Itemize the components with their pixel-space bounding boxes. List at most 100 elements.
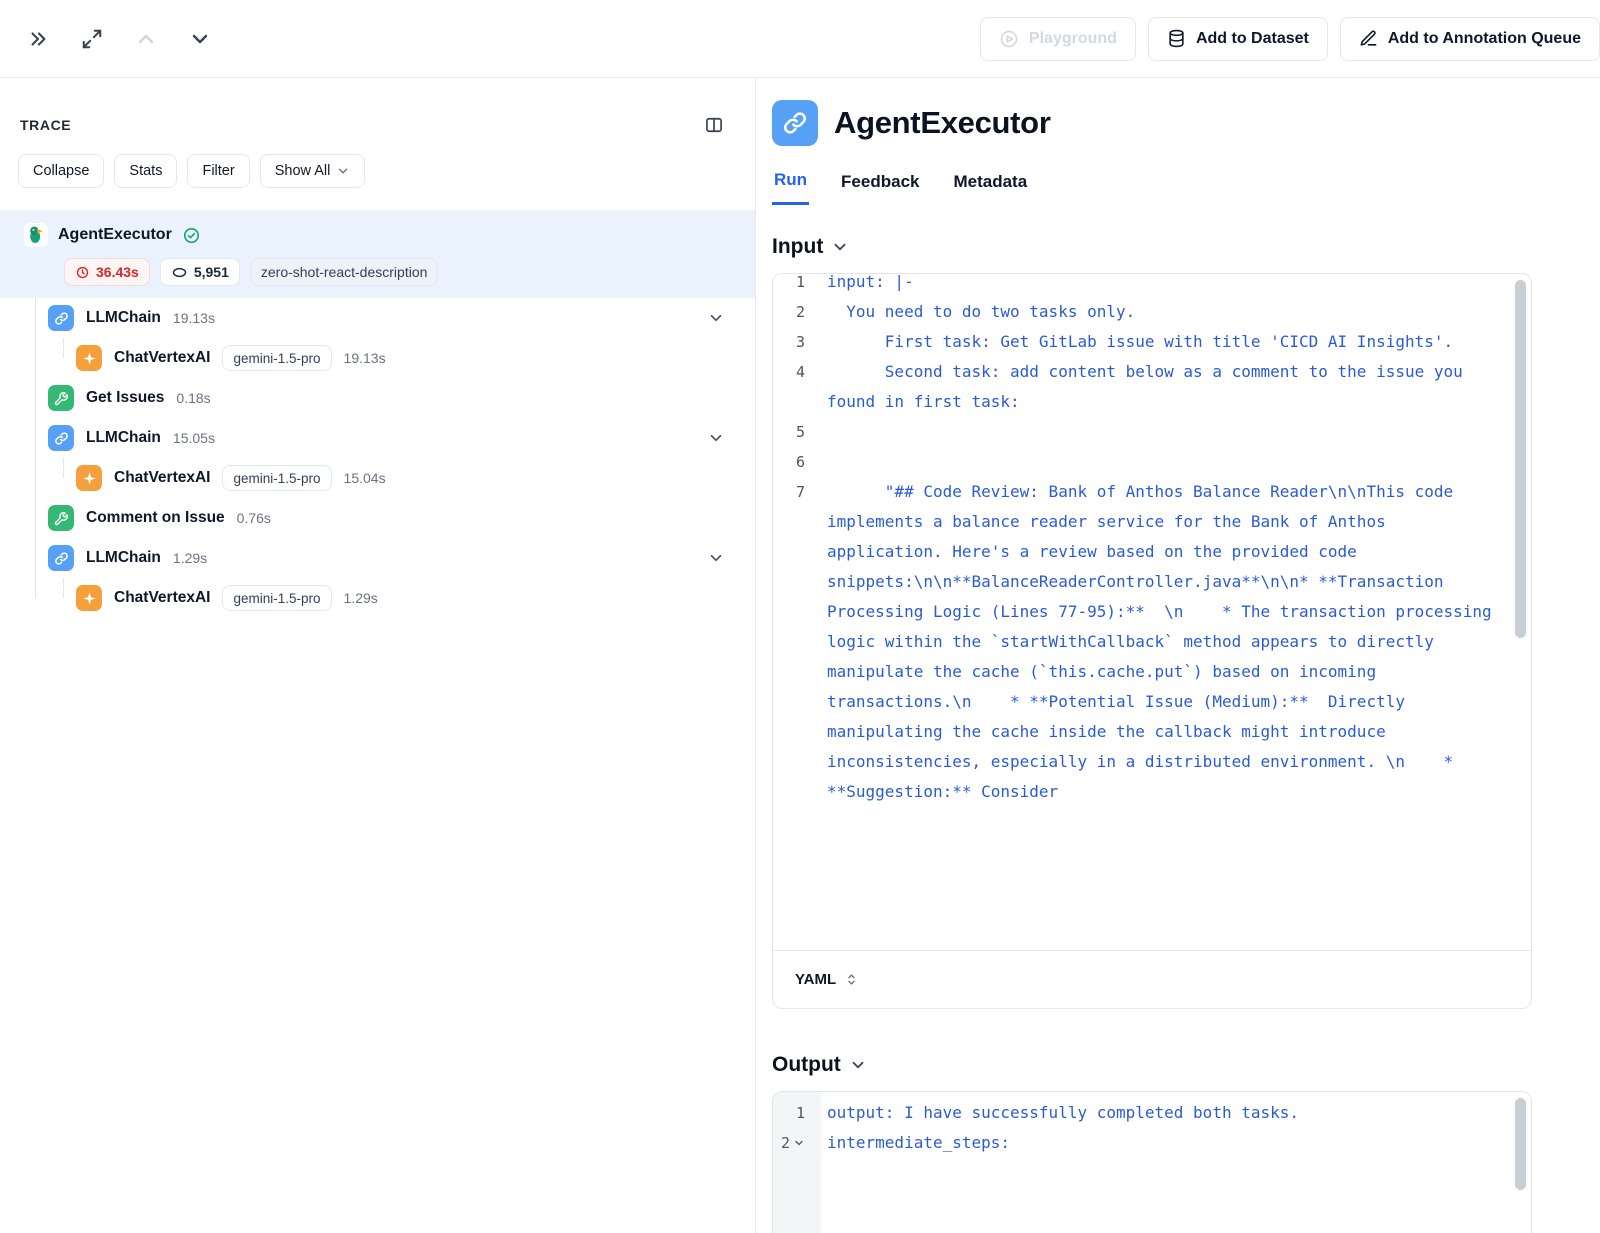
collapse-panel-icon[interactable] xyxy=(16,17,60,61)
playground-button[interactable]: Playground xyxy=(980,17,1136,61)
token-count-badge: 5,951 xyxy=(160,258,240,286)
chevrons-up-down-icon xyxy=(844,972,859,987)
tokens-icon xyxy=(171,264,188,281)
line-number: 5 xyxy=(773,417,821,447)
input-code-block: 1 input: |- 2 You need to do two tasks o… xyxy=(772,273,1532,1009)
parrot-icon xyxy=(24,223,48,247)
previous-run-icon[interactable] xyxy=(124,17,168,61)
toolbar-left-group xyxy=(16,17,222,61)
trace-row-llmchain-1[interactable]: LLMChain 19.13s xyxy=(0,298,755,338)
root-run-name: AgentExecutor xyxy=(58,226,172,244)
scrollbar-thumb[interactable] xyxy=(1515,280,1526,638)
collapse-line-icon[interactable] xyxy=(793,1137,805,1149)
detail-tabs: Run Feedback Metadata xyxy=(772,164,1532,205)
chain-link-icon xyxy=(48,545,74,571)
line-number: 2 xyxy=(773,297,821,327)
line-number: 1 xyxy=(773,1098,821,1128)
vertexai-icon xyxy=(76,345,102,371)
output-code-content: 1 output: I have successfully completed … xyxy=(773,1092,1531,1233)
scrollbar-thumb[interactable] xyxy=(1515,1098,1526,1190)
trace-panel-title: TRACE xyxy=(20,117,71,133)
line-number: 3 xyxy=(773,327,821,357)
chain-link-icon xyxy=(772,100,818,146)
collapse-row-icon[interactable] xyxy=(707,429,725,447)
trace-panel: TRACE Collapse Stats Filter Show All xyxy=(0,78,756,1233)
trace-row-chatvertexai-1[interactable]: ChatVertexAI gemini-1.5-pro 19.13s xyxy=(0,338,755,378)
wrench-icon xyxy=(48,385,74,411)
add-to-dataset-button[interactable]: Add to Dataset xyxy=(1148,17,1328,61)
stats-button[interactable]: Stats xyxy=(114,154,177,188)
run-detail-panel: AgentExecutor Run Feedback Metadata Inpu… xyxy=(756,78,1600,1233)
add-to-dataset-label: Add to Dataset xyxy=(1196,30,1309,48)
play-circle-icon xyxy=(999,29,1019,49)
code-line: 4 Second task: add content below as a co… xyxy=(773,357,1505,417)
code-line: 1 output: I have successfully completed … xyxy=(773,1098,1505,1128)
input-section-header[interactable]: Input xyxy=(772,235,1532,259)
langsmith-trace-page: { "toolbar": { "playground": "Playground… xyxy=(0,0,1600,1233)
trace-children: LLMChain 19.13s ChatVertexAI gemini-1.5-… xyxy=(0,298,755,618)
main-layout: TRACE Collapse Stats Filter Show All xyxy=(0,78,1600,1233)
trace-row-chatvertexai-3[interactable]: ChatVertexAI gemini-1.5-pro 1.29s xyxy=(0,578,755,618)
line-number: 2 xyxy=(773,1128,821,1158)
input-scrollbar[interactable] xyxy=(1515,280,1526,946)
output-section-header[interactable]: Output xyxy=(772,1053,1532,1077)
input-code-content: 1 input: |- 2 You need to do two tasks o… xyxy=(773,274,1531,950)
trace-row-chatvertexai-2[interactable]: ChatVertexAI gemini-1.5-pro 15.04s xyxy=(0,458,755,498)
clock-icon xyxy=(75,265,90,280)
filter-button[interactable]: Filter xyxy=(187,154,249,188)
code-line: 6 xyxy=(773,447,1505,477)
tab-feedback[interactable]: Feedback xyxy=(839,164,921,205)
collapse-button[interactable]: Collapse xyxy=(18,154,104,188)
trace-controls: Collapse Stats Filter Show All xyxy=(0,140,755,188)
output-label: Output xyxy=(772,1053,841,1077)
show-all-dropdown[interactable]: Show All xyxy=(260,154,366,188)
code-line: 7 "## Code Review: Bank of Anthos Balanc… xyxy=(773,477,1505,807)
chain-link-icon xyxy=(48,425,74,451)
wrench-icon xyxy=(48,505,74,531)
playground-label: Playground xyxy=(1029,30,1117,48)
trace-row-llmchain-2[interactable]: LLMChain 15.05s xyxy=(0,418,755,458)
root-badges: 36.43s 5,951 zero-shot-react-description xyxy=(64,258,755,286)
model-badge: gemini-1.5-pro xyxy=(222,465,331,491)
code-line: 1 input: |- xyxy=(773,274,1505,297)
add-to-annotation-queue-label: Add to Annotation Queue xyxy=(1388,30,1581,48)
format-label: YAML xyxy=(795,971,836,988)
top-toolbar: Playground Add to Dataset Add to Annotat… xyxy=(0,0,1600,78)
database-icon xyxy=(1167,29,1186,48)
input-label: Input xyxy=(772,235,823,259)
collapse-row-icon[interactable] xyxy=(707,309,725,327)
collapse-row-icon[interactable] xyxy=(707,549,725,567)
trace-row-comment-on-issue[interactable]: Comment on Issue 0.76s xyxy=(0,498,755,538)
code-line: 2 You need to do two tasks only. xyxy=(773,297,1505,327)
line-number: 7 xyxy=(773,477,821,507)
trace-tree: AgentExecutor 36.43s 5,951 zero-shot-rea… xyxy=(0,210,755,618)
chevron-down-icon xyxy=(831,238,849,256)
next-run-icon[interactable] xyxy=(178,17,222,61)
line-number: 4 xyxy=(773,357,821,387)
trace-row-llmchain-3[interactable]: LLMChain 1.29s xyxy=(0,538,755,578)
success-check-icon xyxy=(182,226,201,245)
trace-row-get-issues[interactable]: Get Issues 0.18s xyxy=(0,378,755,418)
code-line: 3 First task: Get GitLab issue with titl… xyxy=(773,327,1505,357)
chevron-down-icon xyxy=(336,164,350,178)
run-title: AgentExecutor xyxy=(834,105,1051,141)
split-panel-icon[interactable] xyxy=(699,110,729,140)
output-code-block: 1 output: I have successfully completed … xyxy=(772,1091,1532,1233)
pen-icon xyxy=(1359,29,1378,48)
trace-root-row[interactable]: AgentExecutor 36.43s 5,951 zero-shot-rea… xyxy=(0,210,755,298)
chevron-down-icon xyxy=(849,1056,867,1074)
vertexai-icon xyxy=(76,585,102,611)
format-selector[interactable]: YAML xyxy=(773,950,1531,1008)
code-line: 2 intermediate_steps: xyxy=(773,1128,1505,1158)
model-badge: gemini-1.5-pro xyxy=(222,585,331,611)
toolbar-right-group: Playground Add to Dataset Add to Annotat… xyxy=(980,17,1600,61)
vertexai-icon xyxy=(76,465,102,491)
chain-link-icon xyxy=(48,305,74,331)
fullscreen-icon[interactable] xyxy=(70,17,114,61)
tab-metadata[interactable]: Metadata xyxy=(951,164,1029,205)
tab-run[interactable]: Run xyxy=(772,164,809,205)
code-line: 5 xyxy=(773,417,1505,447)
add-to-annotation-queue-button[interactable]: Add to Annotation Queue xyxy=(1340,17,1600,61)
output-scrollbar[interactable] xyxy=(1515,1098,1526,1218)
model-badge: gemini-1.5-pro xyxy=(222,345,331,371)
